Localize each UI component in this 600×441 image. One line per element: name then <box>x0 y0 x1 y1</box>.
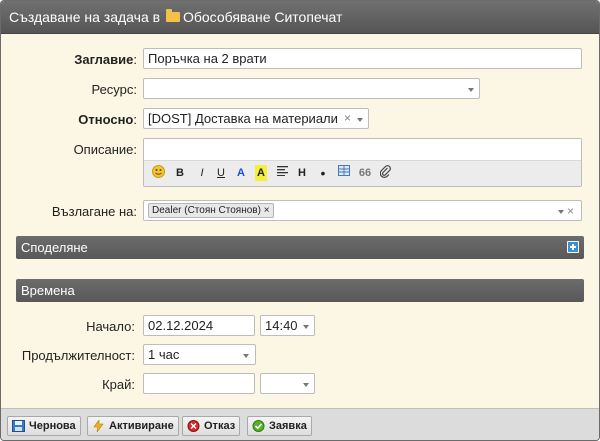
dialog-titlebar: Създаване на задача в Обособяване Ситопе… <box>1 1 599 34</box>
underline-button[interactable]: U <box>215 165 227 181</box>
expand-plus-icon[interactable] <box>567 241 579 253</box>
bullet-list-button[interactable]: • <box>317 165 329 181</box>
lightning-icon <box>93 420 104 432</box>
duration-label: Продължителност: <box>21 348 135 363</box>
cancel-icon <box>187 420 200 432</box>
start-label: Начало: <box>86 319 135 334</box>
description-textarea[interactable] <box>144 139 581 161</box>
check-icon <box>252 420 265 432</box>
times-section-header: Времена <box>16 279 584 302</box>
clear-icon[interactable]: × <box>344 111 351 125</box>
folder-icon <box>165 9 180 22</box>
chevron-down-icon[interactable] <box>558 210 564 214</box>
relates-value: [DOST] Доставка на материали <box>148 111 338 126</box>
chevron-down-icon[interactable] <box>303 383 309 387</box>
highlight-button[interactable]: A <box>255 165 267 181</box>
end-date-input[interactable] <box>143 373 255 394</box>
quote-icon[interactable]: 66 <box>358 165 372 181</box>
save-disk-icon <box>12 420 25 432</box>
assignee-tag[interactable]: Dealer (Стоян Стоянов) × <box>148 203 274 218</box>
request-button[interactable]: Заявка <box>247 416 312 436</box>
chevron-down-icon[interactable] <box>357 118 363 122</box>
chevron-down-icon[interactable] <box>303 325 309 329</box>
editor-toolbar: B I U A A H • 66 <box>144 161 581 186</box>
dialog-footer: Чернова Активиране Отказ Заявка <box>1 408 599 440</box>
chevron-down-icon[interactable] <box>243 354 249 358</box>
sharing-section-header[interactable]: Споделяне <box>16 236 584 259</box>
start-date-input[interactable]: 02.12.2024 <box>143 315 255 336</box>
description-label: Описание: <box>73 142 137 157</box>
chevron-down-icon[interactable] <box>468 88 474 92</box>
title-label: Заглавие: <box>74 52 137 67</box>
relates-select[interactable]: [DOST] Доставка на материали <box>143 108 369 129</box>
attach-icon[interactable] <box>379 165 391 181</box>
activate-button[interactable]: Активиране <box>87 416 179 436</box>
relates-label: Относно: <box>78 112 137 127</box>
end-label: Край: <box>102 377 135 392</box>
description-editor[interactable]: B I U A A H • 66 <box>143 138 582 187</box>
italic-button[interactable]: I <box>196 165 208 181</box>
smiley-icon[interactable] <box>151 165 165 181</box>
resource-label: Ресурс: <box>91 82 137 97</box>
duration-select[interactable]: 1 час <box>143 344 256 365</box>
resource-select[interactable] <box>143 78 480 99</box>
cancel-button[interactable]: Отказ <box>182 416 241 436</box>
assign-label: Възлагане на: <box>51 204 137 219</box>
table-icon[interactable] <box>337 165 351 181</box>
title-input[interactable]: Поръчка на 2 врати <box>143 48 582 69</box>
align-icon[interactable] <box>276 165 288 181</box>
remove-tag-icon[interactable]: × <box>264 205 270 216</box>
clear-icon[interactable]: × <box>567 204 574 218</box>
text-color-button[interactable]: A <box>235 165 247 181</box>
project-name: Обособяване Ситопечат <box>182 9 343 25</box>
create-task-dialog: Създаване на задача в Обособяване Ситопе… <box>0 0 600 441</box>
bold-button[interactable]: B <box>174 165 186 181</box>
dialog-title: Създаване на задача в <box>9 9 161 25</box>
draft-button[interactable]: Чернова <box>7 416 81 436</box>
heading-button[interactable]: H <box>296 165 308 181</box>
